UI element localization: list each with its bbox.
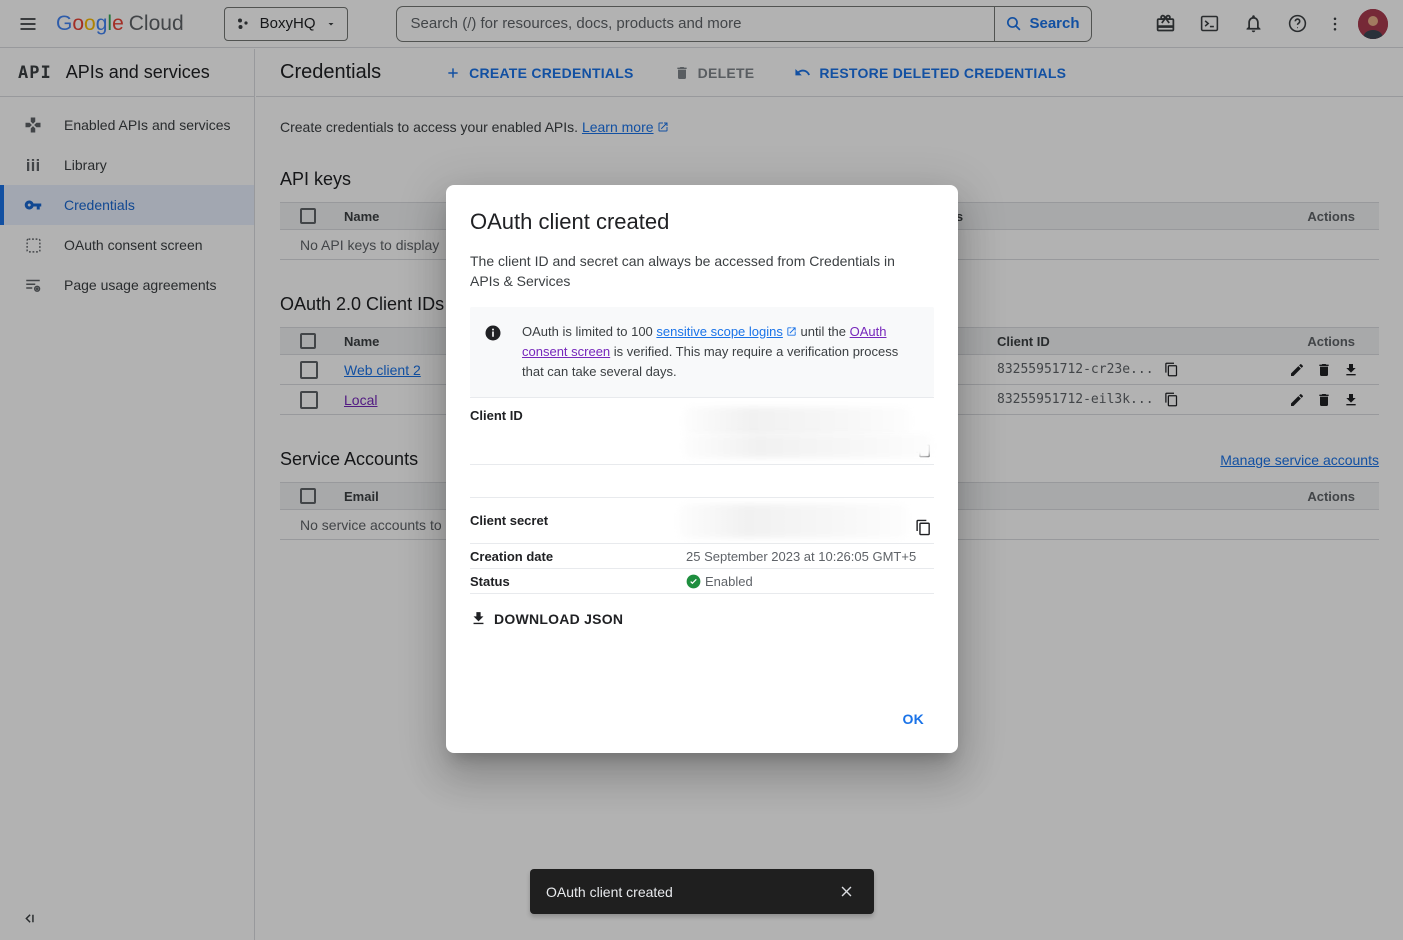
sensitive-scope-logins-link[interactable]: sensitive scope logins [656,324,782,339]
client-id-label: Client ID [470,408,686,423]
redacted-client-id [683,407,911,435]
creation-date-label: Creation date [470,549,686,564]
oauth-client-created-dialog: OAuth client created The client ID and s… [446,185,958,753]
client-id-row: Client ID [470,397,934,465]
note-text: OAuth is limited to 100 sensitive scope … [522,322,914,382]
redacted-client-secret [678,504,908,538]
info-icon [484,324,502,382]
copy-client-secret-button[interactable] [913,517,934,538]
check-circle-icon [686,574,701,589]
client-secret-row: Client secret [470,497,934,544]
download-icon [470,610,487,627]
redacted-client-id [683,434,933,458]
ok-button[interactable]: OK [895,705,933,733]
snackbar-message: OAuth client created [546,884,828,900]
creation-date-row: Creation date 25 September 2023 at 10:26… [470,544,934,569]
dialog-title: OAuth client created [470,209,934,235]
download-json-label: DOWNLOAD JSON [494,611,623,627]
dialog-subtitle: The client ID and secret can always be a… [470,251,910,291]
external-link-icon [786,326,797,337]
creation-date-value: 25 September 2023 at 10:26:05 GMT+5 [686,549,934,564]
status-label: Status [470,574,686,589]
download-json-button[interactable]: DOWNLOAD JSON [470,606,631,631]
snackbar-close-button[interactable] [828,874,864,910]
snackbar: OAuth client created [530,869,874,914]
client-secret-label: Client secret [470,513,686,528]
close-icon [838,883,855,900]
status-row: Status Enabled [470,569,934,594]
dialog-info-note: OAuth is limited to 100 sensitive scope … [470,307,934,397]
copy-icon [915,519,932,536]
status-value: Enabled [705,574,753,589]
